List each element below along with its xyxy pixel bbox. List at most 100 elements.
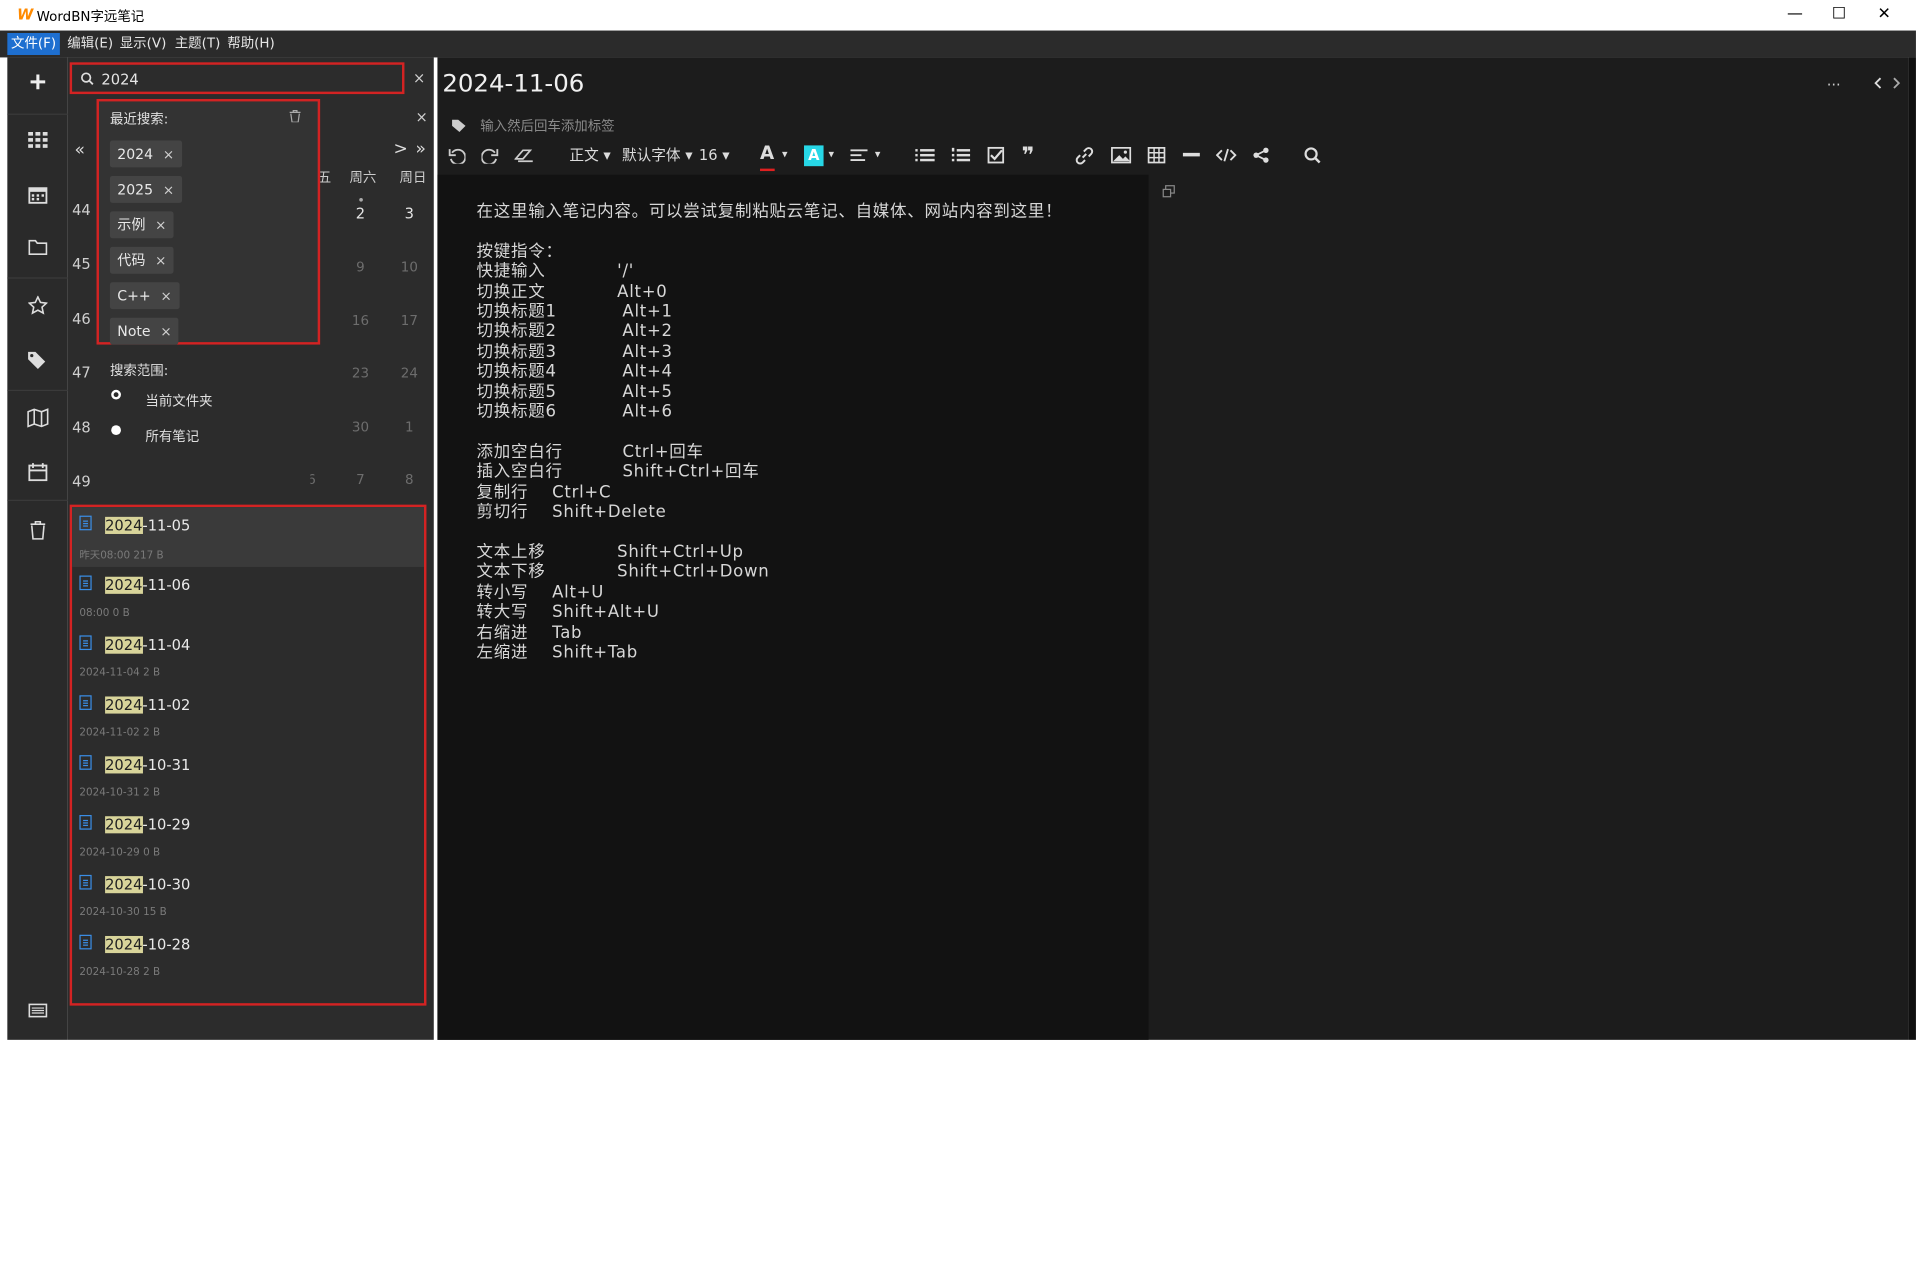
recent-chip[interactable]: 2025 × — [109, 175, 182, 203]
table-icon[interactable] — [1147, 146, 1166, 164]
note-result[interactable]: 2024-10-29 2024-10-29 0 B — [72, 806, 424, 866]
note-result[interactable]: 2024-10-30 2024-10-30 15 B — [72, 866, 424, 926]
tags-button[interactable] — [7, 337, 67, 381]
image-icon[interactable] — [1111, 146, 1132, 164]
prev-note-icon[interactable] — [1873, 77, 1883, 89]
list-button[interactable] — [7, 989, 67, 1033]
more-button[interactable]: ... — [1827, 72, 1841, 89]
menu-edit[interactable]: 编辑(E) — [64, 33, 117, 55]
calendar-day[interactable]: 24 — [392, 365, 426, 381]
scope-radio-current[interactable] — [111, 389, 121, 400]
share-icon[interactable] — [1252, 147, 1269, 164]
scope-option-label[interactable]: 当前文件夹 — [145, 391, 212, 411]
popout-icon[interactable] — [1162, 185, 1175, 198]
recent-chip[interactable]: Note × — [109, 317, 179, 345]
calendar-day[interactable]: 8 — [392, 472, 426, 488]
search-icon — [81, 72, 94, 85]
remove-chip-icon[interactable]: × — [155, 217, 166, 233]
calendar-day[interactable]: 9 — [343, 259, 377, 275]
scope-option-label[interactable]: 所有笔记 — [145, 426, 199, 446]
redo-icon[interactable] — [481, 148, 499, 164]
calendar-day[interactable]: 10 — [392, 259, 426, 275]
search-input[interactable]: 2024 — [69, 62, 405, 95]
menu-view[interactable]: 显示(V) — [116, 33, 170, 55]
next-month-button[interactable]: > — [393, 139, 407, 159]
minimize-button[interactable]: — — [1774, 2, 1816, 26]
note-result[interactable]: 2024-11-04 2024-11-04 2 B — [72, 627, 424, 687]
tag-input[interactable]: 输入然后回车添加标签 — [480, 116, 614, 136]
note-title[interactable]: 2024-11-06 — [442, 68, 584, 97]
next-year-button[interactable]: » — [415, 139, 425, 159]
window-scrollbar[interactable] — [1908, 57, 1916, 1040]
code-icon[interactable] — [1215, 148, 1237, 163]
weekday-sat: 周六 — [349, 169, 377, 186]
menu-theme[interactable]: 主题(T) — [171, 33, 224, 55]
font-select[interactable]: 默认字体 ▾ — [622, 142, 693, 169]
remove-chip-icon[interactable]: × — [155, 253, 166, 269]
new-note-button[interactable] — [7, 60, 67, 104]
calendar-day[interactable]: 7 — [343, 472, 377, 488]
note-content[interactable]: 在这里输入笔记内容。可以尝试复制粘贴云笔记、自媒体、网站内容到这里！ 按键指令：… — [477, 202, 1063, 663]
bullet-list-icon[interactable] — [915, 148, 935, 163]
recent-chip[interactable]: C++ × — [109, 282, 180, 310]
note-icon — [79, 575, 92, 591]
menu-file[interactable]: 文件(F) — [7, 32, 60, 55]
recent-chip[interactable]: 2024 × — [109, 140, 182, 168]
style-select[interactable]: 正文 ▾ — [569, 142, 610, 169]
list-icon — [27, 1003, 47, 1018]
grid-view-button[interactable] — [7, 119, 67, 163]
note-result[interactable]: 2024-10-28 2024-10-28 2 B — [72, 926, 424, 986]
numbered-list-icon[interactable] — [951, 147, 971, 164]
trash-button[interactable] — [7, 508, 67, 552]
favorites-button[interactable] — [7, 283, 67, 327]
calendar-button[interactable] — [7, 172, 67, 216]
calendar-day[interactable]: 30 — [343, 419, 377, 435]
menu-help[interactable]: 帮助(H) — [224, 33, 279, 55]
align-icon[interactable] — [850, 149, 868, 162]
next-note-icon[interactable] — [1892, 77, 1902, 89]
maximize-button[interactable]: ☐ — [1818, 2, 1860, 26]
map-button[interactable] — [7, 396, 67, 440]
font-color-dropdown[interactable]: ▾ — [782, 142, 788, 169]
scope-radio-all[interactable] — [111, 425, 121, 435]
recent-chip[interactable]: 代码 × — [109, 246, 174, 274]
schedule-button[interactable] — [7, 450, 67, 494]
calendar-day[interactable]: 16 — [343, 313, 377, 329]
find-icon[interactable] — [1304, 147, 1321, 164]
close-dropdown-button[interactable]: × — [415, 109, 427, 126]
close-button[interactable]: ✕ — [1863, 2, 1905, 26]
remove-chip-icon[interactable]: × — [160, 324, 171, 340]
checkbox-icon[interactable] — [987, 146, 1005, 164]
highlight-color-icon[interactable]: A — [804, 145, 824, 167]
calendar-day[interactable]: 23 — [343, 365, 377, 381]
note-icon — [79, 635, 92, 651]
search-clear-button[interactable]: × — [413, 70, 425, 87]
folder-button[interactable] — [7, 225, 67, 269]
eraser-icon[interactable] — [514, 148, 534, 163]
note-result[interactable]: 2024-11-06 08:00 0 B — [72, 567, 424, 627]
recent-chip[interactable]: 示例 × — [109, 211, 174, 239]
undo-icon[interactable] — [448, 148, 466, 164]
remove-chip-icon[interactable]: × — [160, 288, 171, 304]
note-result[interactable]: 2024-11-02 2024-11-02 2 B — [72, 687, 424, 747]
font-size-select[interactable]: 16 ▾ — [699, 142, 730, 169]
folder-icon — [27, 239, 47, 255]
calendar-day[interactable]: 2 — [343, 205, 377, 222]
editor-content-area[interactable]: 在这里输入笔记内容。可以尝试复制粘贴云笔记、自媒体、网站内容到这里！ 按键指令：… — [437, 174, 1149, 1040]
horizontal-rule-icon[interactable] — [1182, 152, 1200, 158]
note-result[interactable]: 2024-10-31 2024-10-31 2 B — [72, 747, 424, 807]
link-icon[interactable] — [1075, 147, 1094, 165]
quote-icon[interactable]: ❞ — [1022, 142, 1035, 169]
remove-chip-icon[interactable]: × — [163, 147, 174, 163]
clear-history-icon[interactable] — [289, 109, 301, 123]
font-color-icon[interactable]: A — [760, 142, 775, 172]
calendar-day[interactable]: 3 — [392, 205, 426, 222]
note-result[interactable]: 2024-11-05 昨天08:00 217 B — [72, 507, 424, 567]
calendar-day[interactable]: 17 — [392, 313, 426, 329]
calendar-day[interactable]: 1 — [392, 419, 426, 435]
scope-label: 搜索范围: — [109, 362, 169, 379]
remove-chip-icon[interactable]: × — [163, 182, 174, 198]
prev-year-button[interactable]: « — [75, 141, 85, 161]
align-dropdown[interactable]: ▾ — [875, 142, 881, 169]
highlight-dropdown[interactable]: ▾ — [828, 142, 834, 169]
